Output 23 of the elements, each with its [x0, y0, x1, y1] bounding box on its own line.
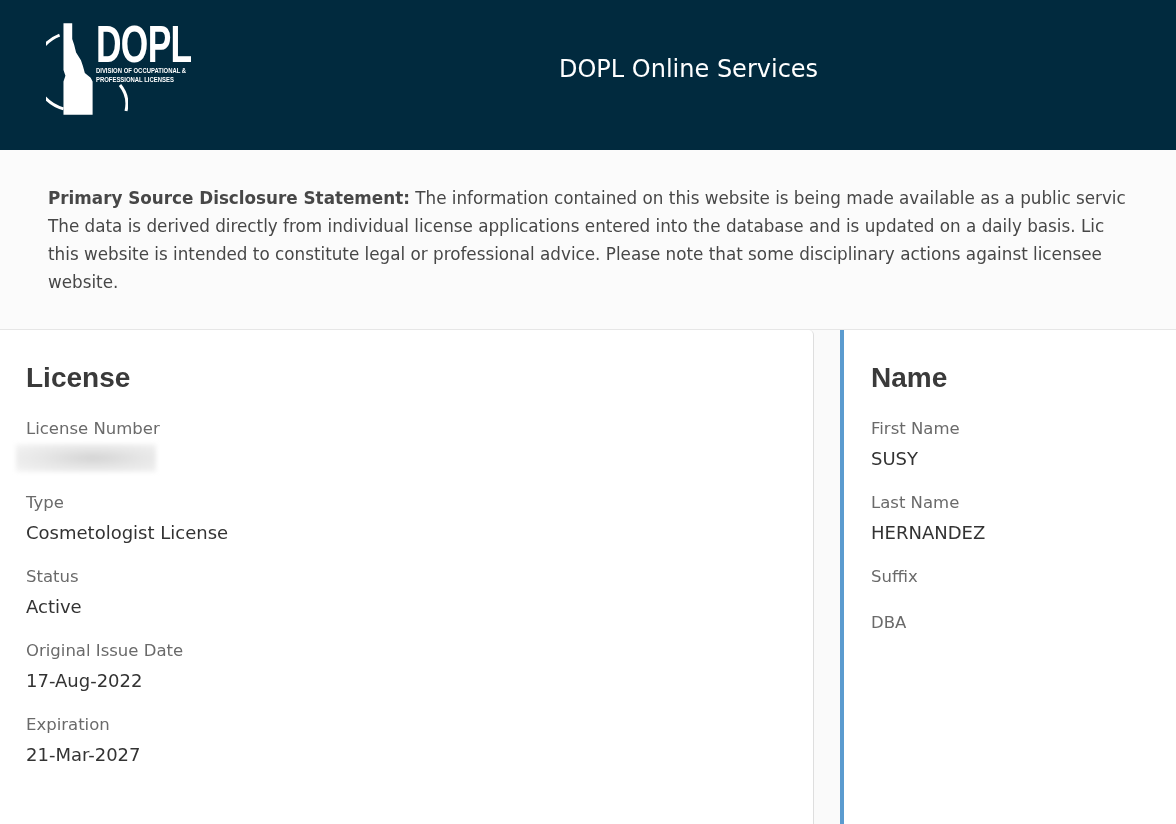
field-value: Cosmetologist License — [26, 521, 229, 545]
field-label: First Name — [871, 418, 960, 440]
field-label: Last Name — [871, 492, 960, 514]
field-value: HERNANDEZ — [871, 521, 986, 545]
logo-subtitle: DIVISION OF OCCUPATIONAL & PROFESSIONAL LICENSES — [95, 66, 187, 84]
panel-heading: License — [26, 361, 132, 395]
disclosure-statement: Primary Source Disclosure Statement: The information contained on this website is being made available as a public servic The data is derived directly from individual license applications entered into the database and is updated on a daily basis. Lic this website is intended to constitute legal or professional advice. Please note that some disciplinary actions against licensee website. — [48, 187, 1127, 294]
panel-heading: Name — [871, 361, 949, 395]
arc-icon — [117, 84, 128, 112]
field-label: License Number — [26, 418, 160, 440]
logo-wordmark: DOPL — [95, 22, 192, 66]
field-value: Active — [26, 595, 82, 619]
site-title: DOPL Online Services — [559, 55, 819, 83]
field-label: Status — [26, 566, 79, 588]
field-label: Original Issue Date — [26, 640, 184, 662]
state-map-logo-icon — [46, 20, 95, 118]
field-value: SUSY — [871, 447, 919, 471]
field-value: 17-Aug-2022 — [26, 669, 143, 693]
field-label: Suffix — [871, 566, 918, 588]
field-value: 21-Mar-2027 — [26, 743, 141, 767]
field-label: Expiration — [26, 714, 110, 736]
field-label: DBA — [871, 612, 907, 634]
field-label: Type — [26, 492, 64, 514]
